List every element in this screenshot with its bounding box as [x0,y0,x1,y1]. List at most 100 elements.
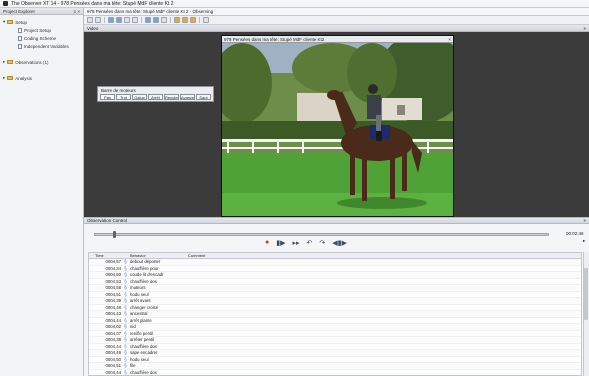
row-time: 0004,44 [105,343,121,349]
play-icon[interactable]: ▮▶ [276,239,285,247]
tree-item-project-setup[interactable]: Project Setup [0,26,83,34]
row-behavior: sape encadrer [130,350,158,356]
row-behavior: chauffière dos [130,369,157,375]
behavior-button[interactable]: Avancer [180,94,195,100]
expand-icon[interactable]: ▸ [3,75,5,81]
window-title: The Observer XT 14 - 978 Pensées dans ma… [11,0,174,7]
project-explorer: Project Explorer ≡ × ▾ Setup Project Set… [0,8,84,376]
row-behavior: hodu seul [130,356,149,362]
row-time: 0004,57 [105,259,121,265]
tree-item-observations[interactable]: ▸ Observations (1) [0,58,83,66]
step-forward-icon[interactable]: ▸▸ [292,239,299,247]
toolbar-divider [199,17,200,23]
grid-icon[interactable] [132,17,138,23]
document-tab-label: 978 Pensées dans ma tête: Stupé MdF clie… [87,9,214,14]
tree-item-label: Observations (1) [15,59,49,65]
close-icon[interactable]: × [448,37,451,42]
row-behavior: renifle pentil [130,330,154,336]
folder-icon [7,76,14,80]
row-time: 0004,51 [105,291,121,297]
document-icon [18,35,22,41]
folder-icon [7,60,14,64]
row-behavior: moteurs [130,285,146,291]
video-frame-image [212,33,467,216]
sync-icon[interactable] [153,17,159,23]
new-icon[interactable] [87,17,93,23]
behavior-button[interactable]: Reculer [164,94,179,100]
row-time: 0004,48 [105,304,121,310]
link-icon[interactable] [145,17,151,23]
tree-item-analysis[interactable]: ▸ Analysis [0,74,83,82]
row-time: 0004,50 [105,272,121,278]
folder-open-icon[interactable] [182,17,188,23]
toolbar [84,16,589,25]
observation-control-title: Observation Control [87,218,128,223]
row-behavior: file [130,363,136,369]
tree-item-setup[interactable]: ▾ Setup [0,18,83,26]
observation-control-header: Observation Control × [84,217,589,224]
row-behavior: arrêt plante [130,317,152,323]
close-icon[interactable]: × [583,26,586,31]
list-icon[interactable] [124,17,130,23]
table-row[interactable]: 0004,44 § chauffière dos [89,370,581,376]
project-explorer-title: Project Explorer [3,8,36,14]
tree-item-label: Analysis [15,75,33,81]
frame-step-icon[interactable]: ◀▮▶ [332,239,347,247]
document-icon [18,43,22,49]
grid-scrollbar-thumb[interactable] [584,268,588,320]
row-behavior: chauffière dos [130,343,157,349]
row-behavior: changer croisé [130,304,159,310]
behaviors-toolbox-title: Barre de moteurs [101,88,136,93]
settings-icon[interactable] [161,17,167,23]
open-icon[interactable] [95,17,101,23]
app-icon [3,1,8,6]
row-behavior: arrêter pentil [130,337,155,343]
layout-split-icon[interactable] [116,17,122,23]
layout-icon[interactable] [108,17,114,23]
toolbar-divider [141,17,142,23]
close-icon[interactable]: × [583,218,586,223]
row-time: 0004,49 [105,350,121,356]
column-header-behavior[interactable]: Behavior [128,253,188,258]
redo-icon[interactable]: ↷ [319,239,325,247]
timeline-slider-handle[interactable] [113,231,116,238]
playback-controls: ● ▮▶ ▸▸ ↶ ↷ ◀▮▶ [265,238,385,247]
row-time: 0004,34 [105,265,121,271]
undo-icon[interactable]: ↶ [307,239,313,247]
column-header-time[interactable]: Time [93,253,123,258]
behavior-button[interactable]: Saut [196,94,211,100]
video-player[interactable]: 978 Pensées dans ma tête: Stupé MdF clie… [212,33,467,217]
behavior-button[interactable]: Pas [100,94,115,100]
tree-item-label: Coding Scheme [24,35,57,41]
current-time: 00:02:46 [566,231,584,236]
tree-item-label: Independent Variables [24,43,69,49]
export-icon[interactable] [190,17,196,23]
toolbar-divider [104,17,105,23]
behavior-button[interactable]: Arrêt [148,94,163,100]
row-behavior: arrêt avant [130,298,151,304]
panel-controls[interactable]: ≡ × [73,9,80,14]
document-icon [18,27,22,33]
tree-item-coding-scheme[interactable]: Coding Scheme [0,34,83,42]
row-time: 0004,44 [105,317,121,323]
project-explorer-header: Project Explorer ≡ × [0,8,83,15]
document-tab[interactable]: 978 Pensées dans ma tête: Stupé MdF clie… [84,8,589,16]
row-time: 0004,58 [105,285,121,291]
behavior-button[interactable]: Galop [132,94,147,100]
timeline-slider[interactable] [94,233,549,236]
row-time: 0004,53 [105,278,121,284]
row-behavior: debout déporter [130,259,161,265]
folder-icon[interactable] [174,17,180,23]
column-header-comment[interactable]: Comment [188,253,581,258]
chart-icon[interactable] [203,17,209,23]
expand-icon[interactable]: ▸ [583,238,585,244]
row-time: 0004,51 [105,363,121,369]
record-icon[interactable]: ● [265,239,269,246]
expand-icon[interactable]: ▸ [3,59,5,65]
tree-item-independent-variables[interactable]: Independent Variables [0,42,83,50]
row-time: 0004,44 [105,369,121,375]
behavior-button[interactable]: Trot [116,94,131,100]
expand-icon[interactable]: ▾ [3,19,5,25]
video-frame-titlebar: 978 Pensées dans ma tête: Stupé MdF clie… [222,36,453,43]
behaviors-buttons: Pas Trot Galop Arrêt Reculer Avancer Sau… [98,94,213,100]
